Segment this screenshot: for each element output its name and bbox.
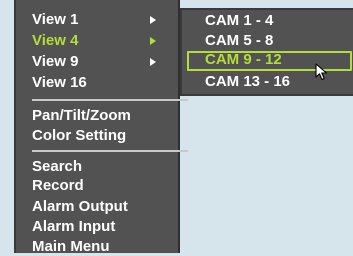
menu-item-search[interactable]: Search <box>32 158 178 176</box>
menu-item-pan-tilt-zoom[interactable]: Pan/Tilt/Zoom <box>32 107 178 125</box>
submenu-item-cam-5-8[interactable]: CAM 5 - 8 <box>187 32 352 50</box>
menu-item-color-setting[interactable]: Color Setting <box>32 127 178 145</box>
menu-divider <box>32 99 188 101</box>
menu-item-view-9[interactable]: View 9 <box>32 53 178 71</box>
context-menu: View 1 View 4 View 9 View 16 Pan/Tilt/Zo… <box>14 0 188 256</box>
submenu-arrow-icon <box>150 16 156 24</box>
submenu-item-cam-1-4[interactable]: CAM 1 - 4 <box>187 12 352 30</box>
menu-divider <box>32 150 188 152</box>
submenu-arrow-icon <box>150 37 156 45</box>
menu-item-alarm-output[interactable]: Alarm Output <box>32 198 178 216</box>
menu-item-record[interactable]: Record <box>32 177 178 195</box>
mouse-pointer-icon <box>315 63 328 81</box>
submenu-arrow-icon <box>150 58 156 66</box>
menu-item-view-16[interactable]: View 16 <box>32 74 178 92</box>
menu-item-view-4[interactable]: View 4 <box>32 32 178 50</box>
menu-item-alarm-input[interactable]: Alarm Input <box>32 218 178 236</box>
menu-item-main-menu[interactable]: Main Menu <box>32 238 178 256</box>
view-4-submenu: CAM 1 - 4 CAM 5 - 8 CAM 9 - 12 CAM 13 - … <box>180 8 353 96</box>
menu-item-view-1[interactable]: View 1 <box>32 11 178 29</box>
